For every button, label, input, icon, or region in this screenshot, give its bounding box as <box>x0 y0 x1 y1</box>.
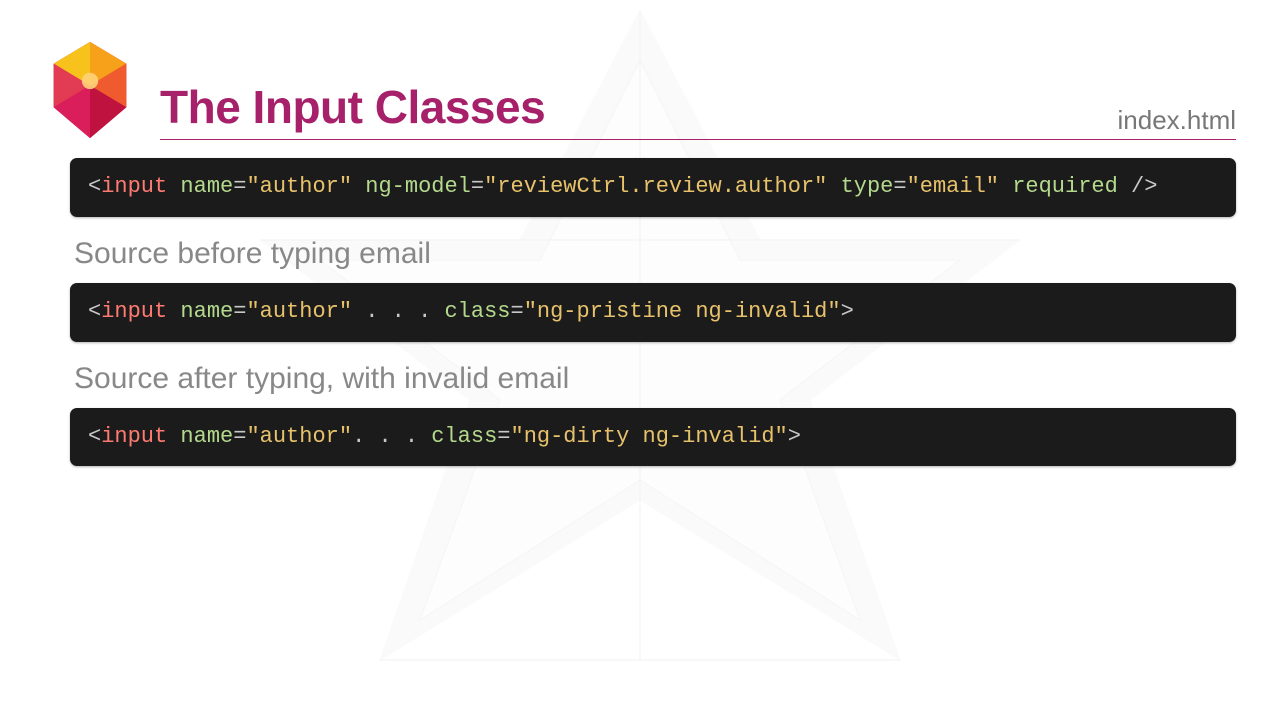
code-token: = <box>497 424 510 449</box>
slide-content: <input name="author" ng-model="reviewCtr… <box>70 158 1236 466</box>
slide: The Input Classes index.html <input name… <box>0 0 1280 466</box>
code-token: = <box>511 299 524 324</box>
gem-logo-icon <box>44 40 136 140</box>
filename-label: index.html <box>1118 105 1237 136</box>
code-token: = <box>233 299 246 324</box>
code-token: ng-model <box>365 174 471 199</box>
title-underline <box>160 139 1236 140</box>
code-token: name <box>180 174 233 199</box>
code-token: "ng-pristine ng-invalid" <box>524 299 841 324</box>
code-token: name <box>180 299 233 324</box>
subheading-after-typing: Source after typing, with invalid email <box>74 362 1236 396</box>
code-token: "ng-dirty ng-invalid" <box>511 424 788 449</box>
code-token: < <box>88 424 101 449</box>
code-token: "email" <box>907 174 999 199</box>
slide-header: The Input Classes index.html <box>44 40 1236 140</box>
code-token: = <box>471 174 484 199</box>
code-token: "reviewCtrl.review.author" <box>484 174 827 199</box>
code-block-input-definition: <input name="author" ng-model="reviewCtr… <box>70 158 1236 217</box>
code-token: . . . <box>352 299 444 324</box>
code-token: "author" <box>246 299 352 324</box>
code-token: . . . <box>352 424 431 449</box>
code-token: /> <box>1131 174 1157 199</box>
code-token: "author" <box>246 424 352 449</box>
code-token: class <box>431 424 497 449</box>
code-token: input <box>101 299 167 324</box>
code-token: > <box>788 424 801 449</box>
code-token: < <box>88 174 101 199</box>
code-block-pristine: <input name="author" . . . class="ng-pri… <box>70 283 1236 342</box>
subheading-before-typing: Source before typing email <box>74 237 1236 271</box>
code-token: name <box>180 424 233 449</box>
slide-title: The Input Classes <box>160 82 1236 133</box>
code-token: = <box>233 174 246 199</box>
code-token: input <box>101 424 167 449</box>
code-token: = <box>893 174 906 199</box>
code-token: = <box>233 424 246 449</box>
code-token: class <box>444 299 510 324</box>
code-token: > <box>841 299 854 324</box>
code-block-dirty: <input name="author". . . class="ng-dirt… <box>70 408 1236 467</box>
code-token: input <box>101 174 167 199</box>
code-token: "author" <box>246 174 352 199</box>
code-token: required <box>1012 174 1118 199</box>
code-token: < <box>88 299 101 324</box>
code-token: type <box>841 174 894 199</box>
